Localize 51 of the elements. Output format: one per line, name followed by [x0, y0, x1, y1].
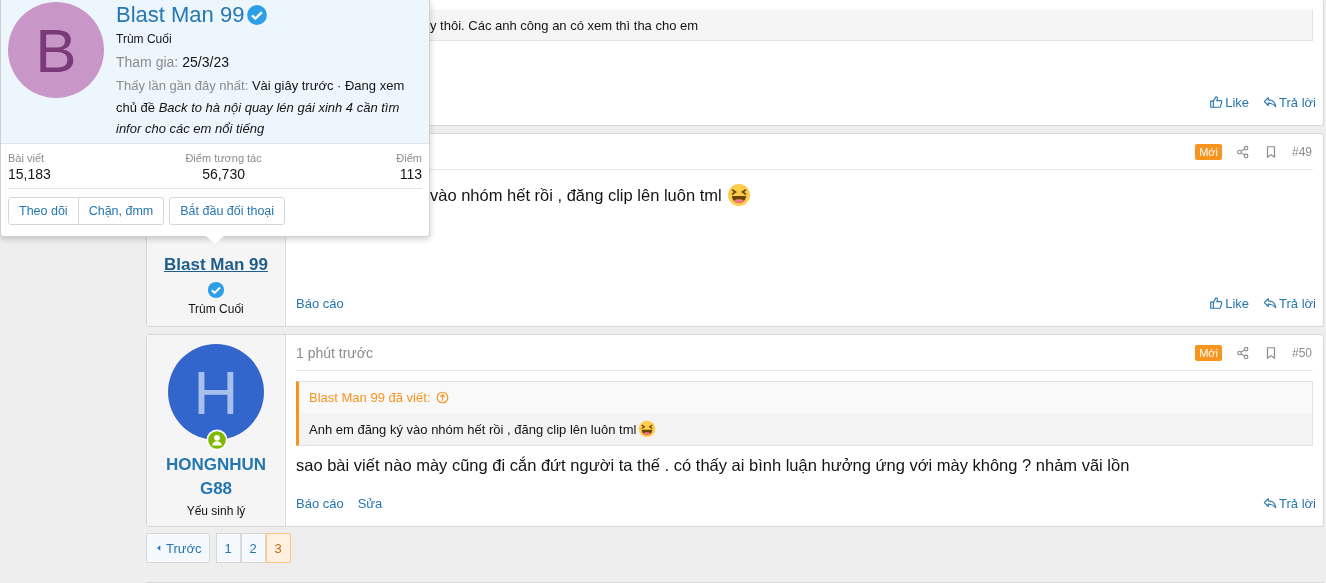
joined-date: 25/3/23: [182, 54, 229, 70]
stat-value: 56,730: [202, 166, 245, 182]
share-icon[interactable]: [1235, 345, 1250, 360]
share-icon[interactable]: [1235, 144, 1250, 159]
user-title: Trùm Cuối: [116, 32, 173, 46]
action-link[interactable]: Sửa: [357, 495, 383, 511]
post-number[interactable]: #50: [1291, 345, 1312, 360]
joined-label: Tham gia:: [116, 54, 179, 70]
user-avatar[interactable]: B: [8, 2, 104, 98]
reply-arrow-icon: [1263, 496, 1278, 510]
username-link[interactable]: HONGNHUNG88: [161, 453, 271, 501]
profile-action-button[interactable]: Chặn, đmm: [78, 197, 165, 225]
stat-value: 15,183: [8, 166, 51, 182]
post-message: sao bài viết nào mày cũng đi cắn đứt người ta thế . có thấy ai bình luận hưởng ứng với mày không ? nhảm vãi lồn: [296, 456, 1130, 475]
post-number[interactable]: #49: [1291, 144, 1312, 159]
profile-action-button[interactable]: Bắt đầu đối thoại: [169, 197, 286, 225]
profile-action-button[interactable]: Theo dõi: [8, 197, 79, 225]
new-label: Mới: [1195, 344, 1222, 361]
new-label: Mới: [1195, 143, 1222, 160]
user-title: Yếu sinh lý: [186, 504, 246, 518]
username-link[interactable]: Blast Man 99: [164, 253, 268, 277]
action-link[interactable]: Like: [1209, 295, 1250, 311]
post-time: 1 phút trước: [296, 344, 373, 361]
action-link[interactable]: Like: [1209, 94, 1250, 110]
stat-label: Điểm tương tác: [185, 152, 262, 164]
reply-arrow-icon: [1263, 296, 1278, 310]
jump-up-icon[interactable]: [436, 391, 450, 404]
stat-label: Bài viết: [8, 152, 46, 164]
quote-text: Anh em đăng ký vào nhóm hết rồi , đăng clip lên luôn tml: [309, 421, 637, 437]
action-link[interactable]: Trả lời: [1263, 295, 1316, 311]
caret-left-icon: [157, 545, 161, 551]
action-link[interactable]: Báo cáo: [296, 495, 344, 511]
action-link[interactable]: Báo cáo: [296, 295, 344, 311]
page-button[interactable]: 2: [240, 533, 266, 563]
quote-text: y thôi. Các anh công an có xem thì tha cho em: [430, 17, 699, 33]
quote-author: Blast Man 99 đã viết:: [309, 390, 431, 405]
stat-value: 113: [399, 166, 422, 182]
thumbs-up-icon: [1209, 95, 1224, 109]
post-message: vào nhóm hết rồi , đăng clip lên luôn tml: [430, 185, 722, 205]
action-link[interactable]: Trả lời: [1263, 94, 1316, 110]
page-button[interactable]: 3: [265, 533, 291, 563]
stat-label: Điểm: [396, 152, 422, 164]
user-title: Trùm Cuối: [188, 302, 244, 316]
last-seen-text: Thấy lần gần đây nhất: Vài giây trước · Đang xem chủ đề Back to hà nội quay lén gái xinh 4 cần tìm infor cho các em nổi tiếng: [116, 77, 406, 138]
previous-page-button[interactable]: Trước: [146, 533, 210, 563]
thumbs-up-icon: [1209, 296, 1224, 310]
user-avatar[interactable]: H: [168, 344, 264, 440]
page-button[interactable]: 1: [215, 533, 241, 563]
reply-arrow-icon: [1263, 95, 1278, 109]
username-link[interactable]: Blast Man 99: [116, 2, 245, 28]
action-link[interactable]: Trả lời: [1263, 495, 1316, 511]
